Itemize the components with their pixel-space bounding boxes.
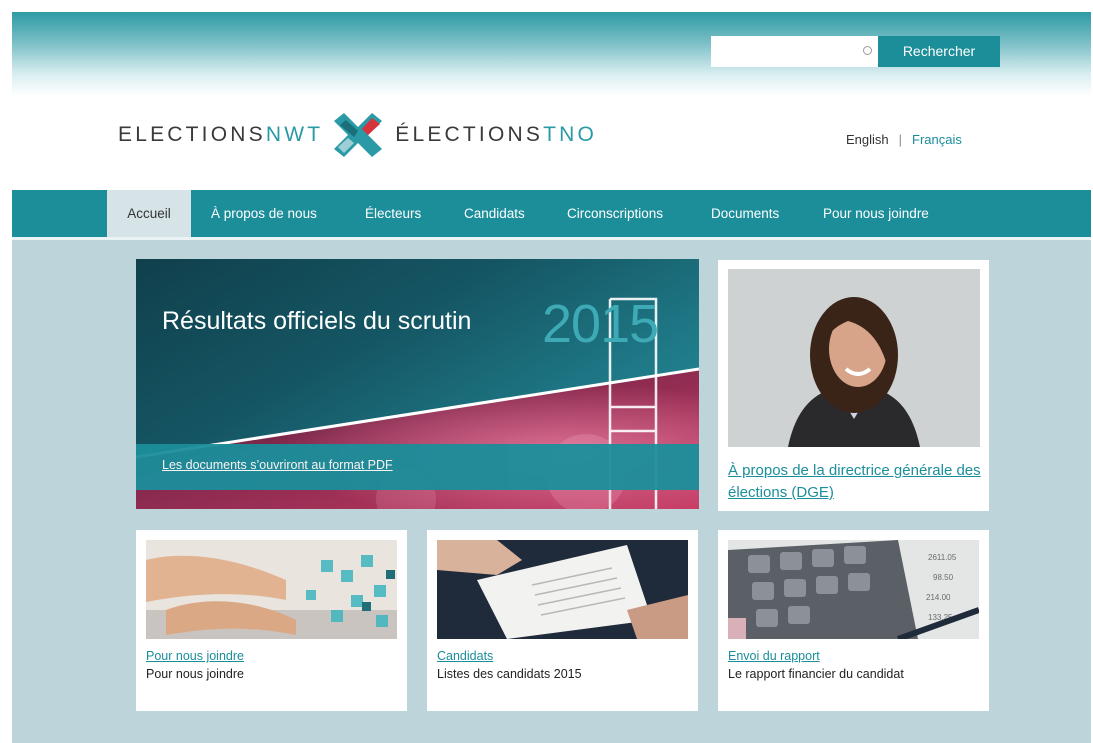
calculator-image: 2611.05 98.50 214.00 133.25 [728,540,979,639]
language-switcher: English | Français [846,132,962,147]
nav-item-candidats[interactable]: Candidats [464,190,525,237]
logo-text-english: ELECTIONSNWT [118,123,324,146]
dge-portrait-image [728,269,980,447]
hero-pdf-link[interactable]: Les documents s’ouvriront au format PDF [162,458,393,472]
document-handover-image [437,540,688,639]
card-candidates-description: Listes des candidats 2015 [437,667,582,681]
dge-link[interactable]: À propos de la directrice générale des é… [728,460,986,504]
language-english-link[interactable]: English [846,132,889,147]
nav-item-pour-nous-joindre[interactable]: Pour nous joindre [823,190,929,237]
search-input[interactable] [711,36,878,67]
hero-title: Résultats officiels du scrutin [162,307,472,335]
card-contact-link[interactable]: Pour nous joindre [146,649,244,663]
hero-banner[interactable]: Résultats officiels du scrutin 2015 Les … [136,259,699,509]
card-report-link[interactable]: Envoi du rapport [728,649,820,663]
nav-item-electeurs[interactable]: Électeurs [365,190,421,237]
card-candidates-link[interactable]: Candidats [437,649,493,663]
card-candidates[interactable]: Candidats Listes des candidats 2015 [427,530,698,711]
search-button[interactable]: Rechercher [878,36,1000,67]
typing-keyboard-image [146,540,397,639]
main-nav: Accueil À propos de nous Électeurs Candi… [12,190,1091,240]
nav-item-accueil[interactable]: Accueil [107,190,191,237]
hero-caption-bar: Les documents s’ouvriront au format PDF [136,444,699,490]
card-contact-description: Pour nous joindre [146,667,244,681]
nav-item-documents[interactable]: Documents [711,190,779,237]
card-contact[interactable]: Pour nous joindre Pour nous joindre [136,530,407,711]
nav-item-circonscriptions[interactable]: Circonscriptions [567,190,663,237]
svg-text:98.50: 98.50 [933,573,954,582]
page-frame: Rechercher ELECTIONSNWT ÉLECTIONSTNO Eng… [12,12,1091,743]
nav-item-a-propos[interactable]: À propos de nous [211,190,317,237]
hero-year: 2015 [542,294,659,354]
language-separator: | [898,132,903,147]
search-icon [863,46,872,55]
language-french-link[interactable]: Français [912,132,962,147]
card-report[interactable]: 2611.05 98.50 214.00 133.25 Envoi du rappo… [718,530,989,711]
logo-text-french: ÉLECTIONSTNO [395,123,598,146]
featured-card-dge[interactable]: À propos de la directrice générale des é… [718,260,989,511]
svg-text:2611.05: 2611.05 [928,553,957,562]
card-report-description: Le rapport financier du candidat [728,667,904,681]
site-logo[interactable]: ELECTIONSNWT ÉLECTIONSTNO [118,110,597,160]
svg-text:214.00: 214.00 [926,593,951,602]
ballot-x-logo-icon [334,113,383,157]
